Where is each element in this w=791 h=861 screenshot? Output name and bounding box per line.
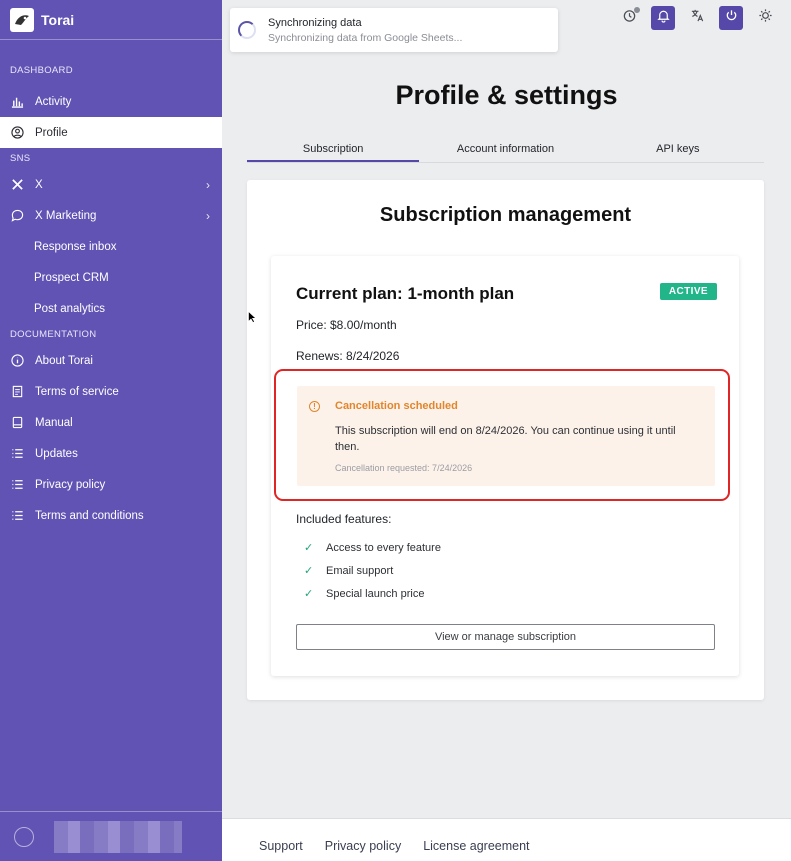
feature-item: ✓ Special launch price [304,587,425,601]
sidebar-item-privacy-policy[interactable]: Privacy policy [0,469,222,500]
sidebar-item-label: Prospect CRM [34,271,109,284]
sidebar-item-label: Terms of service [35,385,119,398]
torai-logo [10,7,34,32]
footer: Support Privacy policy License agreement [222,818,791,861]
avatar [14,826,34,847]
settings-tabs: Subscription Account information API key… [247,139,764,163]
sidebar-item-label: Terms and conditions [35,509,144,522]
sidebar-item-label: Response inbox [34,240,117,253]
sidebar-item-x-marketing[interactable]: X Marketing › [0,200,222,231]
sync-toast: Synchronizing data Synchronizing data fr… [230,8,558,52]
sidebar-item-x[interactable]: X › [0,169,222,200]
sidebar-item-about[interactable]: About Torai [0,345,222,376]
feature-text: Special launch price [326,587,425,600]
notifications-button[interactable] [651,6,675,30]
features-label: Included features: [296,512,392,526]
chat-bubble-icon [10,209,24,223]
sidebar-item-prospect-crm[interactable]: Prospect CRM [0,262,222,293]
sidebar-item-post-analytics[interactable]: Post analytics [0,293,222,324]
sidebar-item-updates[interactable]: Updates [0,438,222,469]
plan-price: Price: $8.00/month [296,318,397,332]
sidebar-item-response-inbox[interactable]: Response inbox [0,231,222,262]
sidebar-item-label: Manual [35,416,73,429]
book-icon [10,416,24,430]
sidebar-item-label: Privacy policy [35,478,106,491]
user-circle-icon [10,126,24,140]
sun-icon [758,8,773,28]
user-menu[interactable] [0,811,222,861]
sidebar-item-label: Activity [35,95,72,108]
section-sns: SNS [10,153,31,164]
notification-dot [634,7,640,13]
logout-button[interactable] [719,6,743,30]
section-documentation: DOCUMENTATION [10,329,97,340]
check-icon: ✓ [304,565,314,577]
toast-message: Synchronizing data from Google Sheets... [268,31,463,44]
sidebar-item-terms-and-conditions[interactable]: Terms and conditions [0,500,222,531]
feature-text: Email support [326,564,394,577]
toast-title: Synchronizing data [268,16,362,29]
page-title: Profile & settings [395,80,618,110]
feature-item: ✓ Access to every feature [304,541,441,555]
sidebar-item-manual[interactable]: Manual [0,407,222,438]
list-icon [10,478,24,492]
tab-subscription[interactable]: Subscription [247,139,420,162]
sidebar-item-activity[interactable]: Activity [0,86,222,117]
check-icon: ✓ [304,588,314,600]
mouse-cursor-icon [248,311,256,323]
highlight-outline [274,369,730,501]
chevron-right-icon: › [206,177,210,192]
section-dashboard: DASHBOARD [10,65,73,76]
feature-text: Access to every feature [326,541,441,554]
manage-subscription-button[interactable]: View or manage subscription [296,624,715,650]
footer-link-privacy[interactable]: Privacy policy [325,839,401,853]
app-name: Torai [41,11,75,28]
document-icon [10,385,24,399]
status-badge: ACTIVE [659,283,717,300]
info-icon [10,354,24,368]
feature-item: ✓ Email support [304,564,394,578]
sidebar-item-terms-of-service[interactable]: Terms of service [0,376,222,407]
tab-account-information[interactable]: Account information [419,139,591,162]
current-plan-panel: Current plan: 1-month plan ACTIVE Price:… [271,256,739,676]
sidebar-item-label: X Marketing [35,209,97,222]
sidebar-item-label: About Torai [35,354,93,367]
language-button[interactable] [685,6,709,30]
brand[interactable]: Torai [0,0,222,40]
sidebar: Torai DASHBOARD Activity Profile SNS X ›… [0,0,222,861]
tab-api-keys[interactable]: API keys [592,139,764,162]
list-icon [10,447,24,461]
footer-link-support[interactable]: Support [259,839,303,853]
bell-icon [656,8,671,28]
theme-toggle-button[interactable] [753,6,777,30]
check-icon: ✓ [304,542,314,554]
plan-title: Current plan: 1-month plan [296,284,515,303]
subscription-card: Subscription management Current plan: 1-… [247,180,764,700]
footer-link-license[interactable]: License agreement [423,839,529,853]
user-name-redacted [54,820,182,853]
x-logo-icon [10,178,24,192]
sidebar-item-label: Post analytics [34,302,105,315]
sidebar-item-label: Profile [35,126,68,139]
bar-chart-icon [10,95,24,109]
history-button[interactable] [617,6,641,30]
header-actions [617,6,777,30]
plan-renewal-date: Renews: 8/24/2026 [296,349,400,363]
chevron-right-icon: › [206,208,210,223]
sidebar-item-label: Updates [35,447,78,460]
sidebar-item-profile[interactable]: Profile [0,117,222,148]
loading-spinner-icon [238,21,256,39]
translate-icon [690,8,705,28]
sidebar-item-label: X [35,178,43,191]
list-icon [10,509,24,523]
subscription-heading: Subscription management [379,204,632,226]
power-icon [724,8,739,28]
